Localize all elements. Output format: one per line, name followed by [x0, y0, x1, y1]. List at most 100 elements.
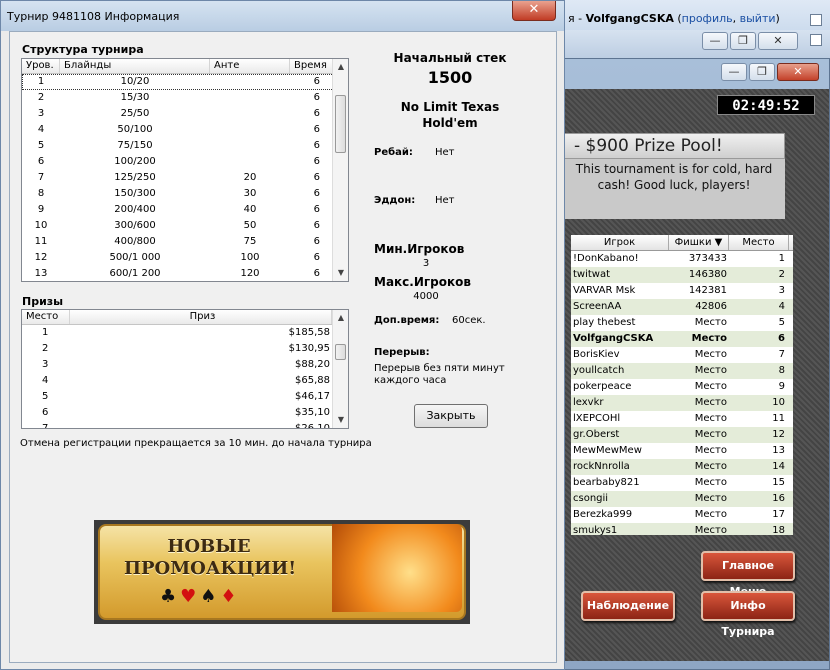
ante-cell: [210, 74, 290, 90]
column-player[interactable]: Игрок: [571, 235, 669, 250]
player-chips-cell: Место: [694, 525, 727, 535]
observe-button[interactable]: Наблюдение: [581, 591, 675, 621]
column-place[interactable]: Место: [22, 310, 70, 324]
player-chips-cell: Место: [694, 461, 727, 472]
time-cell: 6: [313, 156, 320, 167]
logout-link[interactable]: выйти: [740, 12, 776, 25]
player-row[interactable]: lXEPCOHl Место 11: [571, 411, 793, 427]
player-name-cell: VolfgangCSKA: [573, 333, 654, 344]
player-row[interactable]: youllcatch Место 8: [571, 363, 793, 379]
player-place-cell: 8: [778, 365, 785, 376]
prizes-table[interactable]: Место Приз 1 $185,58 2 $130,95 3 $88,20 4 $65,8…: [21, 309, 349, 429]
close-button[interactable]: ✕: [758, 32, 798, 50]
place-cell: 6: [42, 407, 49, 418]
player-row[interactable]: VolfgangCSKA Место 6: [571, 331, 793, 347]
scroll-down-icon[interactable]: ▼: [333, 265, 348, 281]
prizes-scrollbar[interactable]: ▲ ▼: [332, 310, 348, 428]
minimize-button[interactable]: —: [702, 32, 728, 50]
main-menu-button[interactable]: Главное Меню: [701, 551, 795, 598]
prize-row[interactable]: 2 $130,95: [22, 341, 348, 357]
player-row[interactable]: play thebest Место 5: [571, 315, 793, 331]
tournament-info-button[interactable]: Инфо Турнира: [701, 591, 795, 638]
structure-row[interactable]: 7 125/250 20 6: [22, 170, 348, 186]
player-row[interactable]: rockNnrolla Место 14: [571, 459, 793, 475]
level-cell: 7: [37, 172, 45, 183]
scroll-up-icon[interactable]: ▲: [333, 59, 348, 75]
player-row[interactable]: pokerpeace Место 9: [571, 379, 793, 395]
level-cell: 4: [37, 124, 45, 135]
player-row[interactable]: lexvkr Место 10: [571, 395, 793, 411]
player-name-cell: Berezka999: [573, 509, 633, 520]
table-minimize-button[interactable]: —: [721, 63, 747, 81]
player-row[interactable]: twitwat 146380 2: [571, 267, 793, 283]
blinds-cell: 300/600: [114, 220, 156, 231]
blinds-cell: 200/400: [114, 204, 156, 215]
player-row[interactable]: bearbaby821 Место 15: [571, 475, 793, 491]
blinds-cell: 15/30: [120, 92, 150, 103]
prize-row[interactable]: 4 $65,88: [22, 373, 348, 389]
player-row[interactable]: BorisKiev Место 7: [571, 347, 793, 363]
table-close-button[interactable]: ✕: [777, 63, 819, 81]
players-list-header: Игрок Фишки ▼ Место: [571, 235, 793, 251]
structure-row[interactable]: 1 10/20 6: [22, 74, 348, 90]
promo-banner[interactable]: НОВЫЕ ПРОМОАКЦИИ! ♣♥♠♦: [94, 520, 470, 624]
player-name-cell: csongii: [573, 493, 609, 504]
level-cell: 8: [37, 188, 45, 199]
structure-row[interactable]: 4 50/100 6: [22, 122, 348, 138]
structure-row[interactable]: 12 500/1 000 100 6: [22, 250, 348, 266]
prize-row[interactable]: 5 $46,17: [22, 389, 348, 405]
scroll-thumb[interactable]: [335, 95, 346, 153]
structure-row[interactable]: 5 75/150 6: [22, 138, 348, 154]
structure-row[interactable]: 10 300/600 50 6: [22, 218, 348, 234]
player-chips-cell: Место: [694, 509, 727, 520]
blinds-cell: 25/50: [120, 108, 150, 119]
player-name-cell: lexvkr: [573, 397, 604, 408]
structure-row[interactable]: 6 100/200 6: [22, 154, 348, 170]
column-prize[interactable]: Приз: [70, 310, 332, 324]
player-chips-cell: Место: [694, 413, 727, 424]
prize-row[interactable]: 6 $35,10: [22, 405, 348, 421]
prize-row[interactable]: 1 $185,58: [22, 325, 348, 341]
scroll-thumb[interactable]: [335, 344, 346, 360]
prize-row[interactable]: 3 $88,20: [22, 357, 348, 373]
promo-line-2: ПРОМОАКЦИИ!: [124, 558, 297, 579]
lobby-small-square-icon[interactable]: [810, 14, 822, 26]
structure-scrollbar[interactable]: ▲ ▼: [332, 59, 348, 281]
player-row[interactable]: !DonKabano! 373433 1: [571, 251, 793, 267]
scroll-up-icon[interactable]: ▲: [333, 310, 348, 326]
table-restore-button[interactable]: ❐: [749, 63, 775, 81]
dialog-close-button[interactable]: ✕: [512, 1, 556, 21]
players-list[interactable]: Игрок Фишки ▼ Место !DonKabano! 373433 1 tw…: [571, 235, 793, 535]
structure-row[interactable]: 3 25/50 6: [22, 106, 348, 122]
break-label: Перерыв:: [374, 347, 430, 358]
structure-row[interactable]: 13 600/1 200 120 6: [22, 266, 348, 281]
player-name-cell: pokerpeace: [573, 381, 632, 392]
structure-row[interactable]: 9 200/400 40 6: [22, 202, 348, 218]
prize-row[interactable]: 7 $26,10: [22, 421, 348, 428]
structure-row[interactable]: 11 400/800 75 6: [22, 234, 348, 250]
column-chips[interactable]: Фишки ▼: [669, 235, 729, 250]
player-row[interactable]: VARVAR Msk 142381 3: [571, 283, 793, 299]
place-cell: 5: [42, 391, 49, 402]
structure-row[interactable]: 8 150/300 30 6: [22, 186, 348, 202]
player-row[interactable]: MewMewMew Место 13: [571, 443, 793, 459]
scroll-down-icon[interactable]: ▼: [333, 412, 348, 428]
structure-table[interactable]: Уров. Блайнды Анте Время 1 10/20 6 2 15/30 6 3…: [21, 58, 349, 282]
close-button[interactable]: Закрыть: [414, 404, 488, 428]
player-row[interactable]: csongii Место 16: [571, 491, 793, 507]
player-row[interactable]: Berezka999 Место 17: [571, 507, 793, 523]
dialog-titlebar[interactable]: Турнир 9481108 Информация ✕: [1, 1, 564, 31]
column-level[interactable]: Уров.: [22, 59, 60, 73]
column-time[interactable]: Время: [290, 59, 334, 73]
restore-button[interactable]: ❐: [730, 32, 756, 50]
player-place-cell: 1: [778, 253, 785, 264]
profile-link[interactable]: профиль: [682, 12, 733, 25]
side-square-icon[interactable]: [810, 34, 822, 46]
column-place[interactable]: Место: [729, 235, 789, 250]
player-row[interactable]: gr.Oberst Место 12: [571, 427, 793, 443]
player-row[interactable]: ScreenAA 42806 4: [571, 299, 793, 315]
column-ante[interactable]: Анте: [210, 59, 290, 73]
structure-row[interactable]: 2 15/30 6: [22, 90, 348, 106]
column-blinds[interactable]: Блайнды: [60, 59, 210, 73]
player-row[interactable]: smukys1 Место 18: [571, 523, 793, 535]
